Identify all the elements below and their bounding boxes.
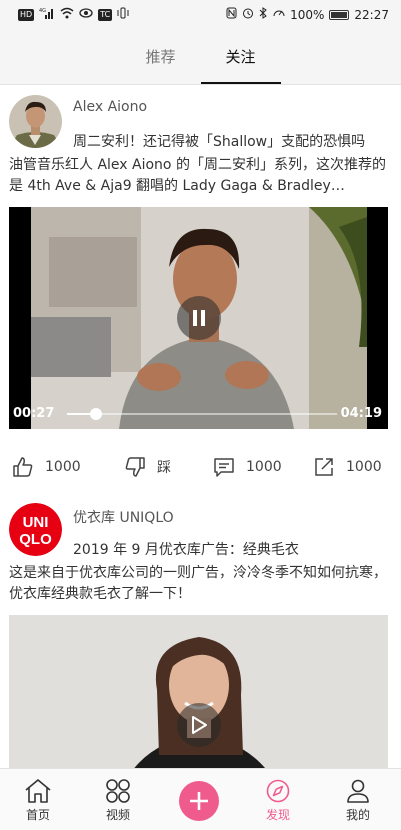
video-player[interactable]: 00:27 04:19	[9, 207, 388, 429]
dislike-label: 踩	[157, 460, 171, 476]
current-time: 00:27	[13, 406, 55, 421]
speed-icon	[273, 7, 285, 23]
wifi-icon	[60, 7, 74, 23]
nav-video-label: 视频	[105, 808, 130, 822]
user-icon	[347, 779, 369, 803]
comment-count: 1000	[246, 459, 282, 475]
nfc-icon	[226, 7, 237, 23]
nav-discover[interactable]: 发现	[248, 769, 308, 830]
hd-icon: HD	[18, 9, 35, 21]
thumbs-down-icon	[125, 457, 145, 477]
home-icon	[25, 779, 51, 803]
action-bar: 1000 踩 1000 1000	[0, 447, 401, 487]
dislike-button[interactable]: 踩	[124, 447, 171, 487]
bottom-nav: 首页 视频 发现 我的	[0, 768, 401, 830]
alarm-icon	[242, 7, 254, 23]
compass-icon	[266, 779, 290, 803]
avatar[interactable]	[9, 95, 62, 148]
status-right: 100% 22:27	[226, 7, 389, 23]
share-icon	[315, 458, 333, 476]
tab-following[interactable]: 关注	[200, 30, 281, 84]
pause-icon	[193, 310, 205, 326]
logo-line-2: QLO	[19, 531, 52, 548]
nav-mine[interactable]: 我的	[328, 769, 388, 830]
post-card: UNI QLO 优衣库 UNIQLO 2019 年 9 月优衣库广告：经典毛衣 …	[0, 495, 401, 768]
post-author[interactable]: 优衣库 UNIQLO	[73, 507, 174, 527]
seek-handle[interactable]	[89, 408, 102, 420]
vibrate-icon	[117, 7, 129, 23]
battery-icon	[329, 10, 350, 20]
pause-button[interactable]	[177, 296, 221, 340]
share-count: 1000	[346, 459, 382, 475]
video-player[interactable]	[9, 615, 388, 768]
like-button[interactable]: 1000	[12, 447, 81, 487]
status-bar: HD 4G TC 100% 22:27	[0, 0, 401, 30]
battery-percent: 100%	[290, 8, 325, 22]
eye-icon	[79, 8, 93, 22]
post-headline[interactable]: 2019 年 9 月优衣库广告：经典毛衣	[73, 539, 299, 559]
bluetooth-icon	[259, 7, 268, 23]
top-tabs: 推荐 关注	[0, 30, 401, 85]
app-tc-icon: TC	[98, 9, 113, 21]
feed[interactable]: Alex Aiono 周二安利！还记得被「Shallow」支配的恐惧吗 油管音乐…	[0, 85, 401, 768]
logo-line-1: UNI	[23, 514, 49, 531]
nav-home-label: 首页	[25, 808, 50, 822]
post-headline[interactable]: 周二安利！还记得被「Shallow」支配的恐惧吗	[73, 131, 365, 151]
post-card: Alex Aiono 周二安利！还记得被「Shallow」支配的恐惧吗 油管音乐…	[0, 85, 401, 485]
nav-discover-label: 发现	[265, 808, 290, 822]
post-author[interactable]: Alex Aiono	[73, 99, 147, 115]
play-icon	[192, 716, 207, 734]
comment-icon	[214, 458, 234, 477]
avatar[interactable]: UNI QLO	[9, 503, 62, 556]
status-left: HD 4G TC	[18, 7, 129, 23]
net-type-label: 4G	[39, 8, 46, 14]
share-button[interactable]: 1000	[313, 447, 382, 487]
add-button[interactable]	[179, 781, 219, 821]
clock: 22:27	[354, 8, 389, 22]
nav-home[interactable]: 首页	[8, 769, 68, 830]
video-grid-icon	[106, 779, 130, 803]
nav-video[interactable]: 视频	[88, 769, 148, 830]
tab-recommend[interactable]: 推荐	[121, 30, 201, 84]
nav-mine-label: 我的	[345, 808, 370, 822]
seek-bar[interactable]	[67, 408, 337, 420]
thumbs-up-icon	[13, 457, 33, 477]
duration: 04:19	[340, 406, 382, 421]
add-icon	[190, 792, 208, 810]
post-description[interactable]: 油管音乐红人 Alex Aiono 的「周二安利」系列，这次推荐的是 4th A…	[9, 155, 394, 197]
comment-button[interactable]: 1000	[213, 447, 282, 487]
post-description[interactable]: 这是来自于优衣库公司的一则广告，泠冷冬季不知如何抗寒，优衣库经典款毛衣了解一下！	[9, 563, 394, 605]
like-count: 1000	[45, 459, 81, 475]
signal-4g-icon: 4G	[39, 7, 55, 23]
play-button[interactable]	[177, 703, 221, 747]
